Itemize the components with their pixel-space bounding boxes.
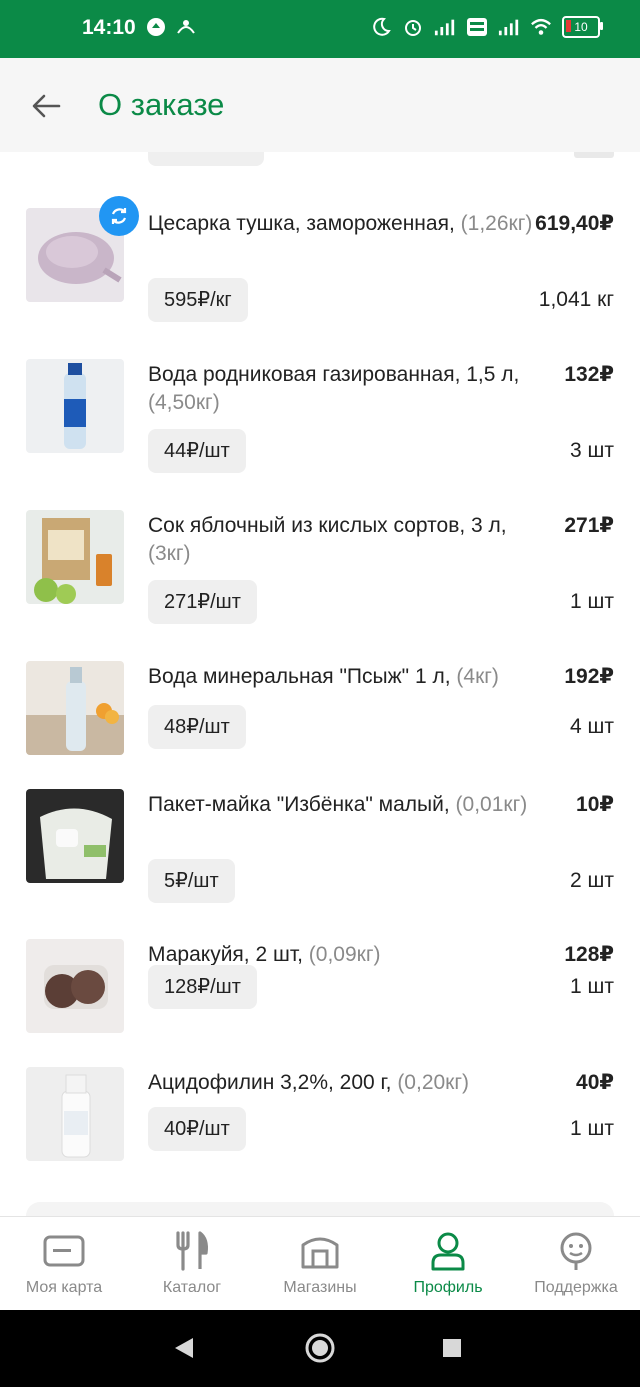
product-name: Ацидофилин 3,2%, 200 г, (0,20кг) (148, 1071, 470, 1094)
square-recents-icon (443, 1339, 461, 1357)
nav-item-catalog[interactable]: Каталог (128, 1217, 256, 1311)
unit-price-badge: 48₽/шт (148, 705, 246, 749)
item-total-price: 192₽ (564, 665, 614, 688)
order-summary-card-partial (26, 1202, 614, 1216)
nav-item-my-card[interactable]: Моя карта (0, 1217, 128, 1311)
product-image-apple-juice (26, 510, 124, 604)
product-image-water-bottle (26, 359, 124, 453)
system-back-button[interactable] (166, 1330, 202, 1366)
product-weight: (1,26кг) (460, 212, 533, 235)
product-weight: (4,50кг) (148, 391, 220, 414)
nav-label: Моя карта (25, 1279, 103, 1296)
item-total-price: 40₽ (576, 1071, 614, 1094)
back-button[interactable] (26, 86, 66, 126)
item-total-price: 619,40₽ (535, 212, 614, 235)
system-recents-button[interactable] (434, 1330, 470, 1366)
moon-icon (370, 16, 392, 38)
product-weight: (0,09кг) (308, 943, 381, 966)
item-quantity: 1 шт (570, 1117, 614, 1140)
profile-icon (426, 1229, 470, 1273)
wifi-icon (530, 16, 552, 38)
previous-qty-partial (574, 152, 614, 158)
battery-icon: 10 (562, 16, 603, 38)
support-icon (554, 1229, 598, 1273)
product-image-mineral-water (26, 661, 124, 755)
card-icon (42, 1229, 86, 1273)
sync-icon[interactable] (99, 196, 139, 236)
navigation-app-icon (145, 16, 167, 38)
circle-home-icon (305, 1333, 335, 1363)
product-name: Цесарка тушка, замороженная, (1,26кг) (148, 212, 533, 235)
alarm-icon (402, 16, 424, 38)
app-header: О заказе (0, 58, 640, 152)
status-time: 14:10 (82, 16, 136, 39)
item-total-price: 271₽ (564, 514, 614, 537)
item-total-price: 132₽ (564, 363, 614, 386)
nav-item-stores[interactable]: Магазины (256, 1217, 384, 1311)
unit-price-badge: 128₽/шт (148, 965, 257, 1009)
product-image-acidophilin (26, 1067, 124, 1161)
triangle-back-icon (175, 1338, 193, 1358)
product-name: Сок яблочный из кислых сортов, 3 л, (3кг… (148, 514, 507, 565)
list-item[interactable]: Сок яблочный из кислых сортов, 3 л, (3кг… (0, 510, 640, 650)
nav-label: Магазины (283, 1279, 357, 1296)
product-weight: (0,20кг) (397, 1071, 470, 1094)
nav-label: Поддержка (534, 1279, 618, 1296)
page-title: О заказе (98, 87, 225, 122)
nav-label: Профиль (413, 1279, 483, 1296)
product-weight: (4кг) (456, 665, 499, 688)
order-items-list[interactable]: Цесарка тушка, замороженная, (1,26кг) 61… (0, 152, 640, 1216)
list-item[interactable]: Вода минеральная "Псыж" 1 л, (4кг) 192₽ … (0, 661, 640, 801)
item-total-price: 128₽ (564, 943, 614, 966)
product-image-plastic-bag (26, 789, 124, 883)
nav-item-profile[interactable]: Профиль (384, 1217, 512, 1311)
store-icon (298, 1229, 342, 1273)
arrow-left-icon (32, 94, 61, 118)
app-notification-icon (175, 16, 197, 38)
item-quantity: 1,041 кг (538, 288, 614, 311)
nav-label: Каталог (162, 1279, 222, 1296)
unit-price-badge: 44₽/шт (148, 429, 246, 473)
signal-icon-2 (498, 16, 520, 38)
list-item[interactable]: Ацидофилин 3,2%, 200 г, (0,20кг) 40₽ 40₽… (0, 1067, 640, 1207)
item-quantity: 1 шт (570, 590, 614, 613)
fork-knife-icon (170, 1229, 214, 1273)
product-weight: (3кг) (148, 542, 191, 565)
status-bar: 14:10 10 (0, 0, 640, 58)
item-total-price: 10₽ (576, 793, 614, 816)
list-item[interactable]: Вода родниковая газированная, 1,5 л, (4,… (0, 359, 640, 499)
volte-icon (466, 16, 488, 38)
product-name: Вода родниковая газированная, 1,5 л, (4,… (148, 363, 520, 414)
bottom-navigation: Моя карта Каталог Магазины Профиль Подде… (0, 1216, 640, 1311)
item-quantity: 2 шт (570, 869, 614, 892)
unit-price-badge: 595₽/кг (148, 278, 248, 322)
list-item[interactable]: Цесарка тушка, замороженная, (1,26кг) 61… (0, 196, 640, 348)
unit-price-badge: 5₽/шт (148, 859, 235, 903)
product-name: Вода минеральная "Псыж" 1 л, (4кг) (148, 665, 499, 688)
unit-price-badge: 271₽/шт (148, 580, 257, 624)
previous-unit-price-partial (148, 152, 264, 166)
system-nav-bar (0, 1310, 640, 1387)
product-weight: (0,01кг) (455, 793, 528, 816)
signal-icon (434, 16, 456, 38)
product-image-passion-fruit (26, 939, 124, 1033)
system-home-button[interactable] (302, 1330, 338, 1366)
list-item[interactable]: Маракуйя, 2 шт, (0,09кг) 128₽ 128₽/шт 1 … (0, 939, 640, 1079)
unit-price-badge: 40₽/шт (148, 1107, 246, 1151)
item-quantity: 3 шт (570, 439, 614, 462)
product-name: Пакет-майка "Избёнка" малый, (0,01кг) (148, 793, 528, 816)
nav-item-support[interactable]: Поддержка (512, 1217, 640, 1311)
list-item[interactable]: Пакет-майка "Избёнка" малый, (0,01кг) 10… (0, 789, 640, 929)
item-quantity: 1 шт (570, 975, 614, 998)
item-quantity: 4 шт (570, 715, 614, 738)
